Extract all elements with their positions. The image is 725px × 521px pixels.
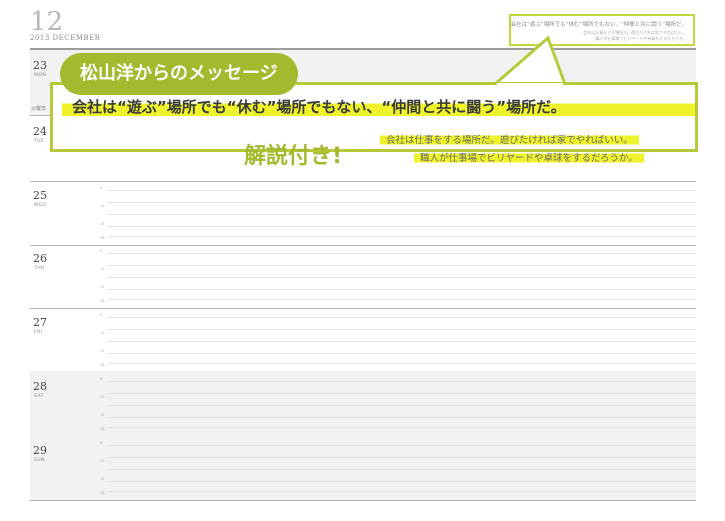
day-weekday: SUN (34, 458, 46, 463)
hour-mark: 18 (100, 236, 105, 240)
commentary-line: 会社は仕事をする場所だ。遊びたければ家でやればいい。 (380, 132, 639, 146)
grid-line (108, 341, 696, 342)
highlighted-quote: 会社は“遊ぶ”場所でも“休む”場所でもない、“仲間と共に闘う”場所だ。 (62, 96, 695, 118)
day-number: 27 (33, 316, 47, 329)
grid-line (108, 427, 696, 428)
grid-line (108, 253, 696, 254)
hour-mark: 15 (100, 222, 105, 226)
grid-line (108, 277, 696, 278)
weekly-planner-page: 12 2013 DECEMBER 会社は“遊ぶ”場所でも“休む”場所でもない、“… (0, 0, 725, 521)
month-number: 12 (30, 7, 64, 37)
hour-mark: 9 (100, 186, 103, 190)
hour-mark: 18 (100, 363, 105, 367)
grid-line (108, 329, 696, 330)
day-weekday: WED (34, 203, 47, 208)
day-row: 25 WED 9 12 15 18 (30, 180, 696, 246)
grid-line (108, 363, 696, 364)
grid-line (108, 202, 696, 203)
grid-line (108, 405, 696, 406)
commentary-line: 職人が仕事場でビリヤードや卓球をするだろうか。 (414, 150, 644, 164)
day-weekday: TUE (34, 139, 45, 144)
day-weekday: SAT (34, 394, 44, 399)
grid-line (108, 236, 696, 237)
day-row: 29 SUN 9 12 15 18 (30, 435, 696, 501)
day-number: 24 (33, 125, 47, 138)
grid-line (108, 289, 696, 290)
hour-mark: 18 (100, 427, 105, 431)
month-header: 12 2013 DECEMBER (30, 8, 100, 42)
hour-mark: 9 (100, 441, 103, 445)
day-weekday: FRI (34, 330, 43, 335)
grid-line (108, 317, 696, 318)
hour-mark: 12 (100, 459, 105, 463)
hour-marks: 9 12 15 18 (100, 441, 106, 497)
grid-line (108, 190, 696, 191)
grid-line (108, 457, 696, 458)
day-number: 26 (33, 252, 47, 265)
grid-line (108, 417, 696, 418)
day-number: 28 (33, 380, 47, 393)
hour-mark: 15 (100, 349, 105, 353)
grid-line (108, 299, 696, 300)
hour-mark: 12 (100, 267, 105, 271)
hour-mark: 18 (100, 299, 105, 303)
hour-mark: 12 (100, 204, 105, 208)
hour-mark: 15 (100, 477, 105, 481)
hour-mark: 15 (100, 413, 105, 417)
grid-line (108, 381, 696, 382)
grid-line (108, 265, 696, 266)
day-row: 27 FRI 9 12 15 18 (30, 307, 696, 373)
hour-marks: 9 12 15 18 (100, 249, 106, 305)
day-weekday: THU (34, 266, 45, 271)
grid-line (108, 445, 696, 446)
grid-line (108, 393, 696, 394)
day-number: 25 (33, 189, 47, 202)
commentary-tag: 解説付き! (244, 144, 343, 169)
day-row: 28 SAT 9 12 15 18 (30, 371, 696, 437)
hour-mark: 12 (100, 331, 105, 335)
hour-mark: 9 (100, 249, 103, 253)
hour-mark: 18 (100, 491, 105, 495)
hour-mark: 15 (100, 285, 105, 289)
day-number: 29 (33, 444, 47, 457)
grid-line (108, 469, 696, 470)
grid-line (108, 214, 696, 215)
day-number: 23 (33, 59, 47, 72)
grid-line (108, 353, 696, 354)
hour-mark: 12 (100, 395, 105, 399)
hour-marks: 9 12 15 18 (100, 186, 106, 242)
header-commentary-line2: 職人が仕事場でビリヤードや卓球をするだろうか。 (595, 36, 687, 41)
hour-marks: 9 12 15 18 (100, 313, 106, 369)
hour-mark: 9 (100, 377, 103, 381)
grid-line (108, 226, 696, 227)
grid-line (108, 491, 696, 492)
header-quote-text: 会社は“遊ぶ”場所でも“休む”場所でもない、“仲間と共に闘う”場所だ。 (510, 22, 687, 28)
day-weekday: MON (34, 73, 47, 78)
side-tab-label: 火曜日 (31, 106, 47, 112)
month-label: 2013 DECEMBER (30, 34, 101, 42)
day-row: 26 THU 9 12 15 18 (30, 243, 696, 309)
grid-line (108, 481, 696, 482)
callout-title-badge: 松山洋からのメッセージ (60, 53, 298, 95)
header-quote-box: 会社は“遊ぶ”場所でも“休む”場所でもない、“仲間と共に闘う”場所だ。 会社は仕… (509, 14, 695, 46)
hour-marks: 9 12 15 18 (100, 377, 106, 433)
hour-mark: 9 (100, 313, 103, 317)
